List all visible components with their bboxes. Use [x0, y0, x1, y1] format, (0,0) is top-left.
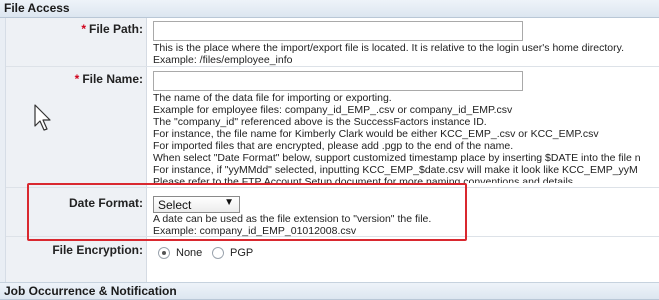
help-line: A date can be used as the file extension…: [153, 213, 432, 225]
file-name-label: * File Name:: [6, 72, 143, 86]
file-encryption-label: File Encryption:: [52, 243, 143, 257]
file-path-input[interactable]: [153, 21, 523, 41]
help-line: Example: company_id_EMP_01012008.csv: [153, 225, 357, 237]
mouse-pointer-icon: [34, 104, 51, 131]
help-line: Please refer to the FTP Account Setup do…: [153, 176, 576, 183]
help-line: Example: /files/employee_info: [153, 54, 293, 66]
date-format-select[interactable]: Select ▼: [153, 196, 240, 213]
date-format-help: A date can be used as the file extension…: [153, 213, 453, 237]
help-line: For instance, the file name for Kimberly…: [153, 128, 599, 140]
section-header-file-access: File Access: [0, 0, 659, 18]
row-divider: [6, 66, 659, 67]
help-line: Example for employee files: company_id_E…: [153, 104, 513, 116]
date-format-label: Date Format:: [68, 196, 143, 210]
help-line: For instance, if "yyMMdd" selected, inpu…: [153, 164, 638, 176]
help-line: For imported files that are encrypted, p…: [153, 140, 514, 152]
help-line: The "company_id" referenced above is the…: [153, 116, 487, 128]
help-line: When select "Date Format" below, support…: [153, 152, 641, 164]
encryption-pgp-label[interactable]: PGP: [230, 247, 253, 259]
dropdown-arrow-icon: ▼: [224, 197, 234, 208]
file-name-help: The name of the data file for importing …: [153, 92, 659, 183]
file-path-label-text: File Path:: [88, 22, 143, 36]
date-format-selected-value: Select: [158, 198, 192, 212]
encryption-pgp-radio[interactable]: [212, 247, 224, 259]
required-marker: *: [81, 22, 86, 36]
help-line: This is the place where the import/expor…: [153, 42, 625, 54]
file-name-label-text: File Name:: [82, 72, 143, 86]
file-path-help: This is the place where the import/expor…: [153, 42, 659, 66]
file-path-label: * File Path:: [6, 22, 143, 36]
row-divider: [6, 187, 659, 188]
help-line: The name of the data file for importing …: [153, 92, 392, 104]
required-marker: *: [74, 72, 80, 86]
file-name-input[interactable]: [153, 71, 523, 91]
encryption-none-label[interactable]: None: [176, 247, 202, 259]
section-header-job-occurrence: Job Occurrence & Notification: [0, 282, 659, 300]
encryption-none-radio[interactable]: [158, 247, 170, 259]
